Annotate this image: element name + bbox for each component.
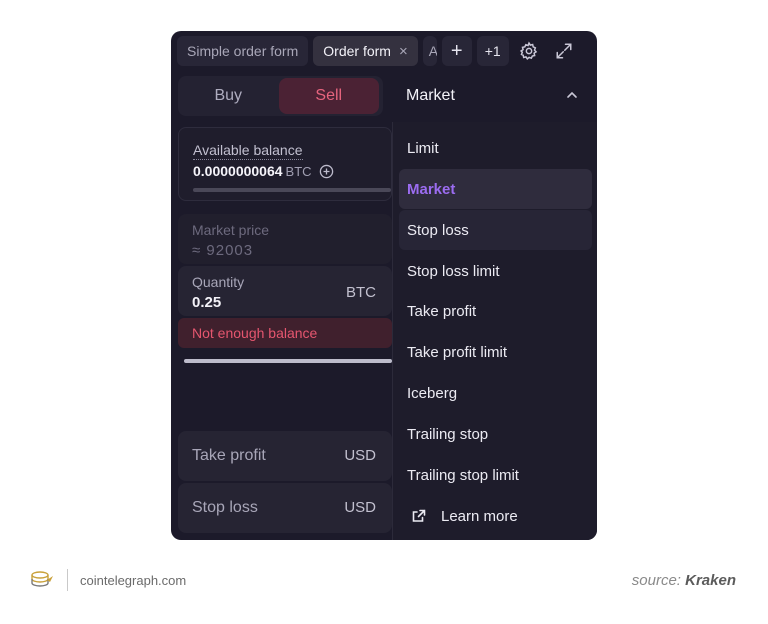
order-form-panel: Simple order form Order form × A + +1 Bu…: [171, 31, 597, 540]
close-icon[interactable]: ×: [399, 43, 408, 60]
market-price-label: Market price: [192, 222, 270, 238]
order-type-menu: Limit Market Stop loss Stop loss limit T…: [392, 122, 597, 540]
tab-bar: Simple order form Order form × A + +1: [177, 36, 591, 66]
footer-source-name: Kraken: [685, 572, 736, 589]
add-tab-button[interactable]: +: [441, 36, 472, 66]
quantity-slider[interactable]: [184, 359, 392, 363]
menu-item-trailing-stop[interactable]: Trailing stop: [399, 414, 592, 454]
menu-item-label: Trailing stop: [407, 425, 489, 443]
buy-button[interactable]: Buy: [178, 76, 279, 116]
menu-item-limit[interactable]: Limit: [399, 128, 592, 168]
menu-item-label: Take profit: [407, 302, 477, 320]
stop-loss-label: Stop loss: [192, 499, 258, 516]
menu-item-label: Market: [407, 180, 456, 198]
sell-button[interactable]: Sell: [278, 78, 379, 114]
take-profit-label: Take profit: [192, 447, 266, 464]
more-tabs-count: +1: [484, 43, 501, 59]
menu-item-take-profit-limit[interactable]: Take profit limit: [399, 332, 592, 372]
quantity-value: 0.25: [192, 294, 222, 311]
order-type-selected: Market: [406, 87, 455, 104]
menu-item-label: Limit: [407, 139, 439, 157]
menu-item-label: Iceberg: [407, 384, 458, 402]
footer-site: cointelegraph.com: [80, 573, 187, 588]
footer-divider: [67, 569, 68, 591]
learn-more-label: Learn more: [441, 507, 518, 525]
chevron-up-icon: [567, 91, 577, 98]
learn-more-link[interactable]: Learn more: [399, 496, 592, 536]
quantity-unit: BTC: [346, 284, 376, 301]
balance-error: Not enough balance: [178, 318, 392, 348]
available-balance-box: Available balance 0.0000000064 BTC: [178, 127, 392, 201]
footer-source: source: Kraken: [632, 572, 736, 589]
menu-item-trailing-stop-limit[interactable]: Trailing stop limit: [399, 455, 592, 495]
balance-amount: 0.0000000064: [193, 163, 283, 179]
external-link-icon: [412, 509, 426, 522]
tab-order-form[interactable]: Order form ×: [313, 36, 418, 66]
buy-sell-toggle: Buy Sell: [178, 76, 383, 116]
expand-button[interactable]: [549, 36, 579, 66]
take-profit-field[interactable]: Take profit USD: [178, 431, 392, 481]
expand-icon: [556, 43, 572, 59]
market-price-field: Market price ≈ 92003: [178, 214, 392, 264]
menu-item-stop-loss[interactable]: Stop loss: [399, 210, 592, 250]
tab-label: Order form: [323, 43, 391, 59]
gear-icon: [519, 41, 537, 61]
available-balance-label[interactable]: Available balance: [193, 142, 303, 160]
take-profit-unit: USD: [344, 447, 376, 464]
tab-truncated[interactable]: A: [422, 36, 437, 66]
add-circle-icon[interactable]: [319, 164, 334, 179]
menu-item-iceberg[interactable]: Iceberg: [399, 373, 592, 413]
order-type-select[interactable]: Market: [392, 76, 597, 116]
menu-item-label: Take profit limit: [407, 343, 508, 361]
menu-item-label: Trailing stop limit: [407, 466, 519, 484]
footer-source-prefix: source:: [631, 572, 681, 589]
plus-icon: +: [450, 39, 463, 62]
stop-loss-unit: USD: [344, 499, 376, 516]
more-tabs-button[interactable]: +1: [476, 36, 509, 66]
stop-loss-field[interactable]: Stop loss USD: [178, 483, 392, 533]
menu-item-label: Stop loss: [407, 221, 469, 239]
quantity-field[interactable]: Quantity 0.25 BTC: [178, 266, 392, 316]
tab-simple-order-form[interactable]: Simple order form: [177, 36, 309, 66]
cointelegraph-logo-icon: [31, 571, 53, 587]
tab-label: A: [428, 43, 437, 59]
menu-item-label: Stop loss limit: [407, 262, 500, 280]
menu-item-market[interactable]: Market: [399, 169, 592, 209]
balance-unit: BTC: [285, 163, 312, 179]
menu-item-take-profit[interactable]: Take profit: [399, 291, 592, 331]
menu-item-stop-loss-limit[interactable]: Stop loss limit: [399, 251, 592, 291]
settings-button[interactable]: [514, 36, 544, 66]
market-price-value: ≈ 92003: [192, 242, 254, 259]
balance-bar: [193, 188, 391, 192]
quantity-label: Quantity: [192, 274, 245, 290]
available-balance-value: 0.0000000064 BTC: [193, 163, 334, 179]
tab-label: Simple order form: [187, 43, 299, 59]
